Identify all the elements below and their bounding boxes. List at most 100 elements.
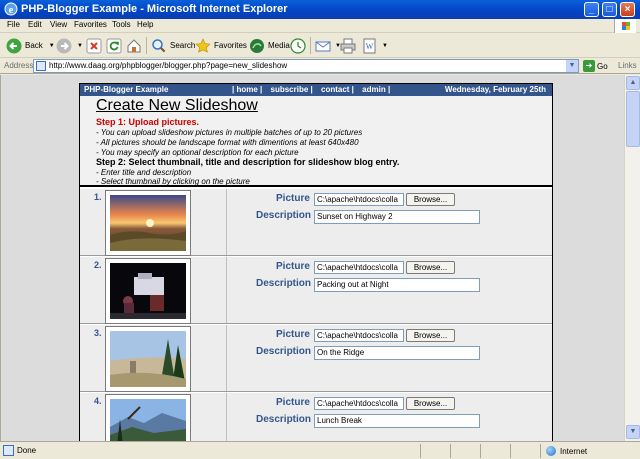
search-label: Search xyxy=(170,41,196,50)
nav-link-subscribe[interactable]: subscribe | xyxy=(271,85,313,94)
forward-button[interactable]: ▼ xyxy=(56,37,83,54)
favorites-button[interactable]: Favorites xyxy=(195,37,247,54)
nav-links: | home | subscribe | contact | admin | xyxy=(232,85,396,94)
minimize-button[interactable]: _ xyxy=(584,2,599,17)
slideshow-row: 4. Picture Description C:\apache\htdocs\col… xyxy=(80,393,552,441)
picture-file-input[interactable]: C:\apache\htdocs\colla xyxy=(314,329,404,342)
print-button[interactable] xyxy=(340,37,359,54)
slideshow-row: 3. Picture Description C:\apache\htdocs\col… xyxy=(80,325,552,392)
forward-arrow-icon xyxy=(56,38,72,53)
status-text: Done xyxy=(17,446,37,455)
address-url[interactable]: http://www.daag.org/phpblogger/blogger.p… xyxy=(49,61,287,70)
picture-label: Picture xyxy=(276,261,310,272)
picture-file-input[interactable]: C:\apache\htdocs\colla xyxy=(314,397,404,410)
description-label: Description xyxy=(256,278,312,289)
edit-button[interactable]: W ▼ xyxy=(362,37,388,54)
menu-file[interactable]: File xyxy=(7,20,20,29)
menu-favorites[interactable]: Favorites xyxy=(74,20,107,29)
site-name: PHP-Blogger Example xyxy=(84,85,169,94)
step2-heading: Step 2: Select thumbnail, title and desc… xyxy=(96,157,400,167)
scroll-thumb[interactable] xyxy=(626,91,640,147)
browse-button[interactable]: Browse... xyxy=(406,397,455,410)
blog-nav-bar: PHP-Blogger Example | home | subscribe |… xyxy=(80,84,552,96)
mail-icon xyxy=(315,41,331,51)
row-number: 4. xyxy=(94,396,102,406)
step2-line: - Select thumbnail by clicking on the pi… xyxy=(96,177,250,186)
svg-text:e: e xyxy=(9,4,14,16)
maximize-button[interactable]: □ xyxy=(602,2,617,17)
picture-thumbnail[interactable] xyxy=(105,394,191,441)
description-label: Description xyxy=(256,346,312,357)
menu-help[interactable]: Help xyxy=(137,20,153,29)
back-arrow-icon xyxy=(6,38,22,53)
go-button[interactable]: ➔ Go xyxy=(583,60,608,72)
address-bar: Address http://www.daag.org/phpblogger/b… xyxy=(0,58,640,74)
menu-view[interactable]: View xyxy=(50,20,67,29)
thumbnail-image[interactable] xyxy=(110,195,186,251)
search-icon xyxy=(152,38,167,53)
picture-label: Picture xyxy=(276,193,310,204)
row-number: 1. xyxy=(94,192,102,202)
step1-line: - All pictures should be landscape forma… xyxy=(96,138,359,147)
home-button[interactable] xyxy=(126,37,145,54)
thumbnail-image[interactable] xyxy=(110,263,186,319)
history-icon xyxy=(290,37,306,54)
browse-button[interactable]: Browse... xyxy=(406,193,455,206)
picture-thumbnail[interactable] xyxy=(105,326,191,392)
search-button[interactable]: Search xyxy=(151,37,195,54)
description-input[interactable]: On the Ridge xyxy=(314,346,480,360)
instructions-panel: Create New Slideshow Step 1: Upload pict… xyxy=(80,96,552,187)
thumbnail-image[interactable] xyxy=(110,331,186,387)
picture-thumbnail[interactable] xyxy=(105,190,191,256)
browse-button[interactable]: Browse... xyxy=(406,329,455,342)
edit-dropdown-icon[interactable]: ▼ xyxy=(382,43,388,49)
standard-toolbar: Back ▼ ▼ Search Favorites Media ▼ W ▼ xyxy=(0,33,640,58)
blog-date: Wednesday, February 25th xyxy=(444,85,546,94)
menu-tools[interactable]: Tools xyxy=(112,20,131,29)
nav-link-contact[interactable]: contact | xyxy=(321,85,354,94)
menu-bar: File Edit View Favorites Tools Help xyxy=(0,19,640,33)
history-button[interactable] xyxy=(290,37,309,54)
row-number: 2. xyxy=(94,260,102,270)
description-label: Description xyxy=(256,210,312,221)
star-icon xyxy=(195,37,211,53)
home-icon xyxy=(127,38,141,52)
slideshow-row: 2. Picture Description C:\apache\htdocs\col… xyxy=(80,257,552,324)
thumbnail-image[interactable] xyxy=(110,399,186,441)
mail-button[interactable]: ▼ xyxy=(315,37,341,54)
description-label: Description xyxy=(256,414,312,425)
stop-button[interactable] xyxy=(86,37,105,54)
links-button[interactable]: Links xyxy=(618,61,637,70)
slideshow-row: 1. Picture Description C:\apache\htdocs\col… xyxy=(80,189,552,256)
scroll-down-icon[interactable]: ▼ xyxy=(626,425,640,439)
windows-logo-icon xyxy=(614,19,636,33)
page-icon xyxy=(36,61,46,71)
browse-button[interactable]: Browse... xyxy=(406,261,455,274)
picture-thumbnail[interactable] xyxy=(105,258,191,324)
description-input[interactable]: Sunset on Highway 2 xyxy=(314,210,480,224)
address-label: Address xyxy=(4,61,34,70)
refresh-button[interactable] xyxy=(106,37,125,54)
vertical-scrollbar[interactable]: ▲ ▼ xyxy=(624,75,640,441)
back-dropdown-icon[interactable]: ▼ xyxy=(49,43,55,49)
media-label: Media xyxy=(268,41,290,50)
picture-file-input[interactable]: C:\apache\htdocs\colla xyxy=(314,193,404,206)
address-dropdown-icon[interactable]: ▼ xyxy=(566,60,578,72)
menu-edit[interactable]: Edit xyxy=(28,20,42,29)
nav-link-home[interactable]: | home | xyxy=(232,85,262,94)
nav-link-admin[interactable]: admin | xyxy=(362,85,390,94)
close-button[interactable]: × xyxy=(620,2,635,17)
picture-file-input[interactable]: C:\apache\htdocs\colla xyxy=(314,261,404,274)
address-input[interactable]: http://www.daag.org/phpblogger/blogger.p… xyxy=(33,59,579,73)
picture-label: Picture xyxy=(276,397,310,408)
forward-dropdown-icon[interactable]: ▼ xyxy=(77,43,83,49)
description-input[interactable]: Lunch Break xyxy=(314,414,480,428)
status-bar: Done Internet xyxy=(0,441,640,459)
refresh-icon xyxy=(106,38,122,53)
window-title: PHP-Blogger Example - Microsoft Internet… xyxy=(21,3,288,15)
description-input[interactable]: Packing out at Night xyxy=(314,278,480,292)
page-title: Create New Slideshow xyxy=(96,97,258,114)
back-button[interactable]: Back ▼ xyxy=(6,37,55,54)
media-button[interactable]: Media xyxy=(249,37,290,54)
scroll-up-icon[interactable]: ▲ xyxy=(626,76,640,90)
